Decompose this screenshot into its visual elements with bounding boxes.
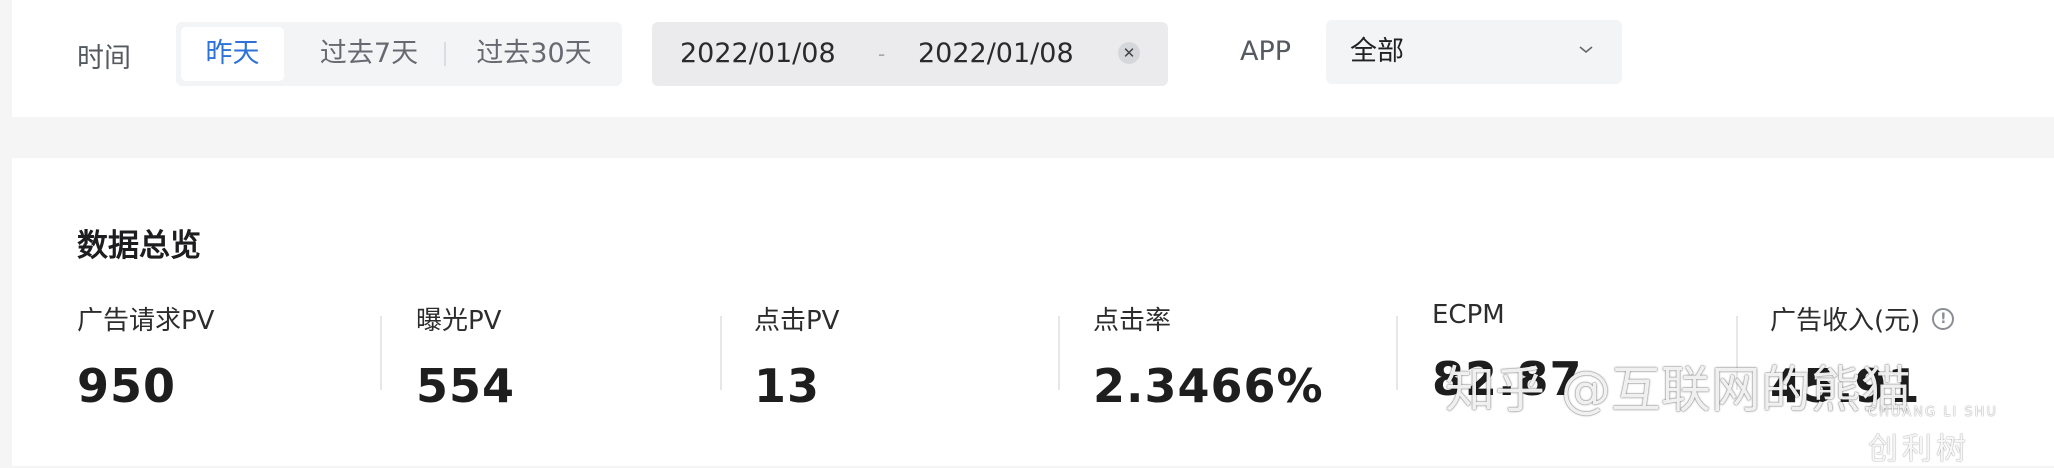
metric-label: ECPM [1432, 300, 1505, 330]
date-range-picker[interactable]: 2022/01/08 - 2022/01/08 ✕ [652, 22, 1168, 86]
metric-divider [1396, 316, 1398, 390]
chevron-down-icon [1579, 46, 1593, 54]
metric-value: 2.3466% [1093, 359, 1324, 413]
metric-label: 广告收入(元) [1770, 306, 1921, 336]
metric-value: 13 [754, 359, 821, 413]
metric-ctr: 点击率 2.3466% [1093, 300, 1393, 413]
time-range-segmented-control: 昨天 过去7天 过去30天 [176, 22, 622, 86]
app-label: APP [1240, 36, 1292, 67]
date-range-separator: - [878, 42, 886, 66]
time-option-7-days[interactable]: 过去7天 [294, 27, 444, 81]
metric-label: 广告请求PV [77, 306, 215, 336]
metric-divider [720, 316, 722, 390]
metric-divider [380, 316, 382, 390]
metric-value: 554 [416, 359, 516, 413]
clear-icon[interactable]: ✕ [1118, 42, 1140, 64]
date-end-input[interactable]: 2022/01/08 [918, 22, 1074, 86]
info-icon[interactable]: ! [1932, 307, 1955, 330]
watermark-logo-chinese: 创利树 [1868, 432, 1970, 467]
time-option-yesterday[interactable]: 昨天 [181, 27, 284, 81]
metric-ad-requests: 广告请求PV 950 [77, 300, 377, 413]
metric-label: 曝光PV [416, 306, 502, 336]
metric-value: 950 [77, 359, 177, 413]
metric-label: 点击PV [754, 306, 840, 336]
time-option-30-days[interactable]: 过去30天 [452, 27, 616, 81]
metric-impressions: 曝光PV 554 [416, 300, 716, 413]
app-select[interactable]: 全部 [1326, 20, 1622, 84]
metric-divider [1058, 316, 1060, 390]
watermark-text: 知乎 @互联网的熊猫 [1445, 361, 1911, 419]
date-start-input[interactable]: 2022/01/08 [680, 22, 836, 86]
time-label: 时间 [77, 43, 131, 74]
watermark-logo-latin: CHUANG LI SHU [1868, 405, 1998, 420]
metric-label: 点击率 [1093, 306, 1172, 336]
section-title: 数据总览 [77, 228, 201, 264]
segment-divider [444, 42, 446, 66]
app-select-value: 全部 [1350, 36, 1404, 67]
filter-bar: 时间 昨天 过去7天 过去30天 2022/01/08 - 2022/01/08… [12, 0, 2054, 117]
metric-clicks: 点击PV 13 [754, 300, 1054, 413]
